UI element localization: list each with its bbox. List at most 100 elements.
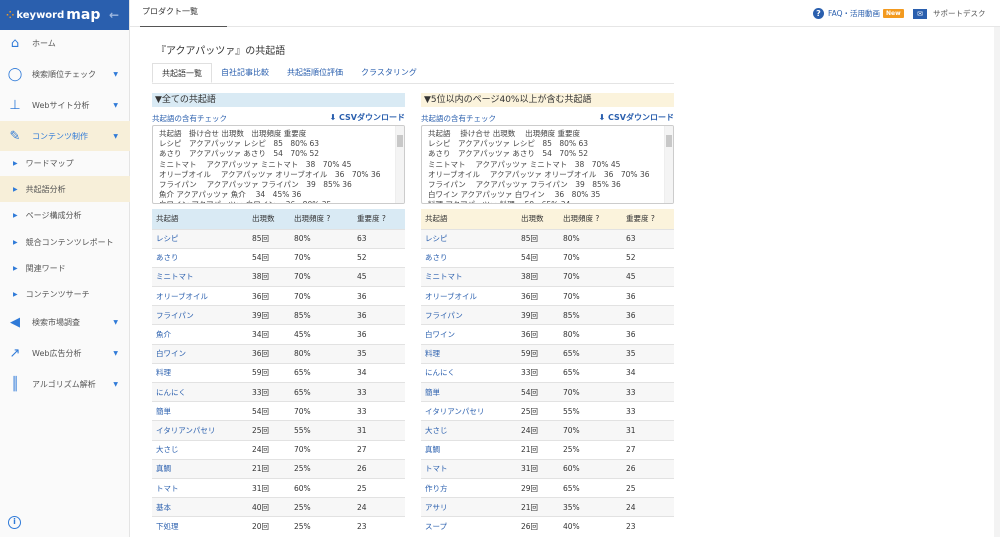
textarea-scrollbar[interactable] <box>395 126 404 203</box>
faq-link[interactable]: ? FAQ・活用動画 New <box>813 8 904 19</box>
count-cell: 21回 <box>248 458 290 479</box>
keyword-link[interactable]: にんにく <box>421 362 517 383</box>
keyword-link[interactable]: 料理 <box>152 362 248 383</box>
keyword-link[interactable]: フライパン <box>421 305 517 325</box>
column-header[interactable]: 出現頻度 ? <box>290 209 353 229</box>
sidebar-subitem-0[interactable]: ▶ ワードマップ <box>0 150 130 176</box>
sidebar-subitem-4[interactable]: ▶ 関連ワード <box>0 255 130 281</box>
frequency-cell: 70% <box>290 401 353 421</box>
keyword-link[interactable]: スープ <box>421 516 517 536</box>
frequency-cell: 70% <box>290 439 353 460</box>
column-header[interactable]: 重要度 ? <box>353 209 405 229</box>
keyword-link[interactable]: フライパン <box>152 305 248 325</box>
keyword-link[interactable]: オリーブオイル <box>152 286 248 306</box>
frequency-cell: 80% <box>290 228 353 249</box>
keyword-link[interactable]: 白ワイン <box>421 324 517 345</box>
count-cell: 36回 <box>517 324 559 345</box>
frequency-cell: 40% <box>559 516 622 536</box>
mail-icon: ✉ <box>913 8 927 19</box>
keyword-link[interactable]: 真鯛 <box>421 439 517 460</box>
sidebar-item-4[interactable]: ◀ 検索市場調査 ▼ <box>0 307 130 337</box>
sidebar-subitem-5[interactable]: ▶ コンテンツサーチ <box>0 281 130 307</box>
keyword-link[interactable]: トマト <box>421 458 517 479</box>
keyword-link[interactable]: オリーブオイル <box>421 286 517 306</box>
keyword-link[interactable]: 簡単 <box>421 381 517 402</box>
chevron-down-icon: ▼ <box>113 132 118 140</box>
logo[interactable]: ⁘ keyword map ← <box>0 0 129 30</box>
csv-download-button[interactable]: ⬇ CSVダウンロード <box>599 112 674 123</box>
count-cell: 54回 <box>248 401 290 421</box>
keyword-link[interactable]: ミニトマト <box>421 266 517 287</box>
column-header[interactable]: 出現数 <box>248 209 290 229</box>
inclusion-check-link[interactable]: 共起語の含有チェック <box>152 113 227 124</box>
frequency-cell: 70% <box>559 420 622 441</box>
caret-right-icon: ▶ <box>13 159 18 167</box>
textarea-scrollbar[interactable] <box>664 126 673 203</box>
count-cell: 59回 <box>517 343 559 364</box>
page-scrollbar[interactable] <box>994 27 1000 537</box>
column-header[interactable]: 重要度 ? <box>622 209 674 229</box>
frequency-cell: 35% <box>559 497 622 517</box>
frequency-cell: 65% <box>559 343 622 364</box>
tab-own-article-compare[interactable]: 自社記事比較 <box>212 63 278 83</box>
sidebar-subitem-label: 共起語分析 <box>25 184 66 194</box>
sidebar-subitem-3[interactable]: ▶ 競合コンテンツレポート <box>0 229 130 255</box>
tab-clustering[interactable]: クラスタリング <box>352 63 426 83</box>
sidebar-item-0[interactable]: ⌂ ホーム <box>0 28 130 58</box>
sidebar-subitem-2[interactable]: ▶ ページ構成分析 <box>0 202 130 228</box>
keyword-link[interactable]: 下処理 <box>152 516 248 536</box>
keyword-link[interactable]: レシピ <box>421 228 517 249</box>
keyword-link[interactable]: アサリ <box>421 497 517 517</box>
keyword-link[interactable]: 簡単 <box>152 401 248 421</box>
importance-cell: 34 <box>622 362 674 383</box>
keyword-link[interactable]: 大さじ <box>152 439 248 460</box>
collapse-arrow-icon[interactable]: ← <box>109 8 119 22</box>
keyword-link[interactable]: 大さじ <box>421 420 517 441</box>
keyword-link[interactable]: イタリアンパセリ <box>421 401 517 421</box>
csv-download-button[interactable]: ⬇ CSVダウンロード <box>330 112 405 123</box>
sidebar-item-3[interactable]: ✎ コンテンツ制作 ▼ <box>0 121 130 151</box>
keyword-link[interactable]: ミニトマト <box>152 266 248 287</box>
sidebar-item-2[interactable]: ⊥ Webサイト分析 ▼ <box>0 90 130 120</box>
importance-cell: 31 <box>353 420 405 441</box>
keyword-link[interactable]: 白ワイン <box>152 343 248 364</box>
column-header[interactable]: 出現頻度 ? <box>559 209 622 229</box>
count-cell: 59回 <box>248 362 290 383</box>
keyword-link[interactable]: 魚介 <box>152 324 248 345</box>
count-cell: 25回 <box>517 401 559 421</box>
info-icon[interactable]: i <box>8 516 21 529</box>
keyword-link[interactable]: 基本 <box>152 497 248 517</box>
table-row: にんにく 33回 65% 33 <box>152 381 405 402</box>
frequency-cell: 45% <box>290 324 353 345</box>
keyword-link[interactable]: あさり <box>421 247 517 268</box>
inclusion-check-link[interactable]: 共起語の含有チェック <box>421 113 496 124</box>
sidebar-item-6[interactable]: ║ アルゴリズム解析 ▼ <box>0 369 130 399</box>
frequency-cell: 25% <box>559 439 622 460</box>
keyword-link[interactable]: 作り方 <box>421 477 517 498</box>
column-header[interactable]: 出現数 <box>517 209 559 229</box>
cooccurrence-textarea[interactable]: 共起語 掛け合せ 出現数 出現頻度 重要度 レシピ アクアパッツァ レシピ 85… <box>421 125 674 204</box>
count-cell: 25回 <box>248 420 290 441</box>
sidebar-subitem-label: ワードマップ <box>25 158 74 168</box>
tab-cooccurrence-list[interactable]: 共起語一覧 <box>152 63 212 83</box>
tab-rank-evaluation[interactable]: 共起語順位評価 <box>278 63 352 83</box>
keyword-link[interactable]: トマト <box>152 477 248 498</box>
keyword-link[interactable]: にんにく <box>152 381 248 402</box>
section-header: ▼全ての共起語 <box>152 93 405 107</box>
sidebar-subitem-1[interactable]: ▶ 共起語分析 <box>0 176 130 202</box>
keyword-link[interactable]: あさり <box>152 247 248 268</box>
keyword-link[interactable]: 真鯛 <box>152 458 248 479</box>
keyword-link[interactable]: イタリアンパセリ <box>152 420 248 441</box>
keyword-link[interactable]: レシピ <box>152 228 248 249</box>
count-cell: 54回 <box>517 247 559 268</box>
support-link[interactable]: ✉ サポートデスク <box>913 8 986 19</box>
tab-product-list[interactable]: プロダクト一覧 <box>140 6 227 27</box>
cooccurrence-textarea[interactable]: 共起語 掛け合せ 出現数 出現頻度 重要度 レシピ アクアパッツァ レシピ 85… <box>152 125 405 204</box>
frequency-cell: 65% <box>290 362 353 383</box>
importance-cell: 27 <box>353 439 405 460</box>
sidebar-item-5[interactable]: ↗ Web広告分析 ▼ <box>0 338 130 368</box>
keyword-link[interactable]: 料理 <box>421 343 517 364</box>
sidebar-item-1[interactable]: ◯ 検索順位チェック ▼ <box>0 59 130 89</box>
table-row: 大さじ 24回 70% 31 <box>421 420 674 441</box>
count-cell: 36回 <box>248 286 290 306</box>
